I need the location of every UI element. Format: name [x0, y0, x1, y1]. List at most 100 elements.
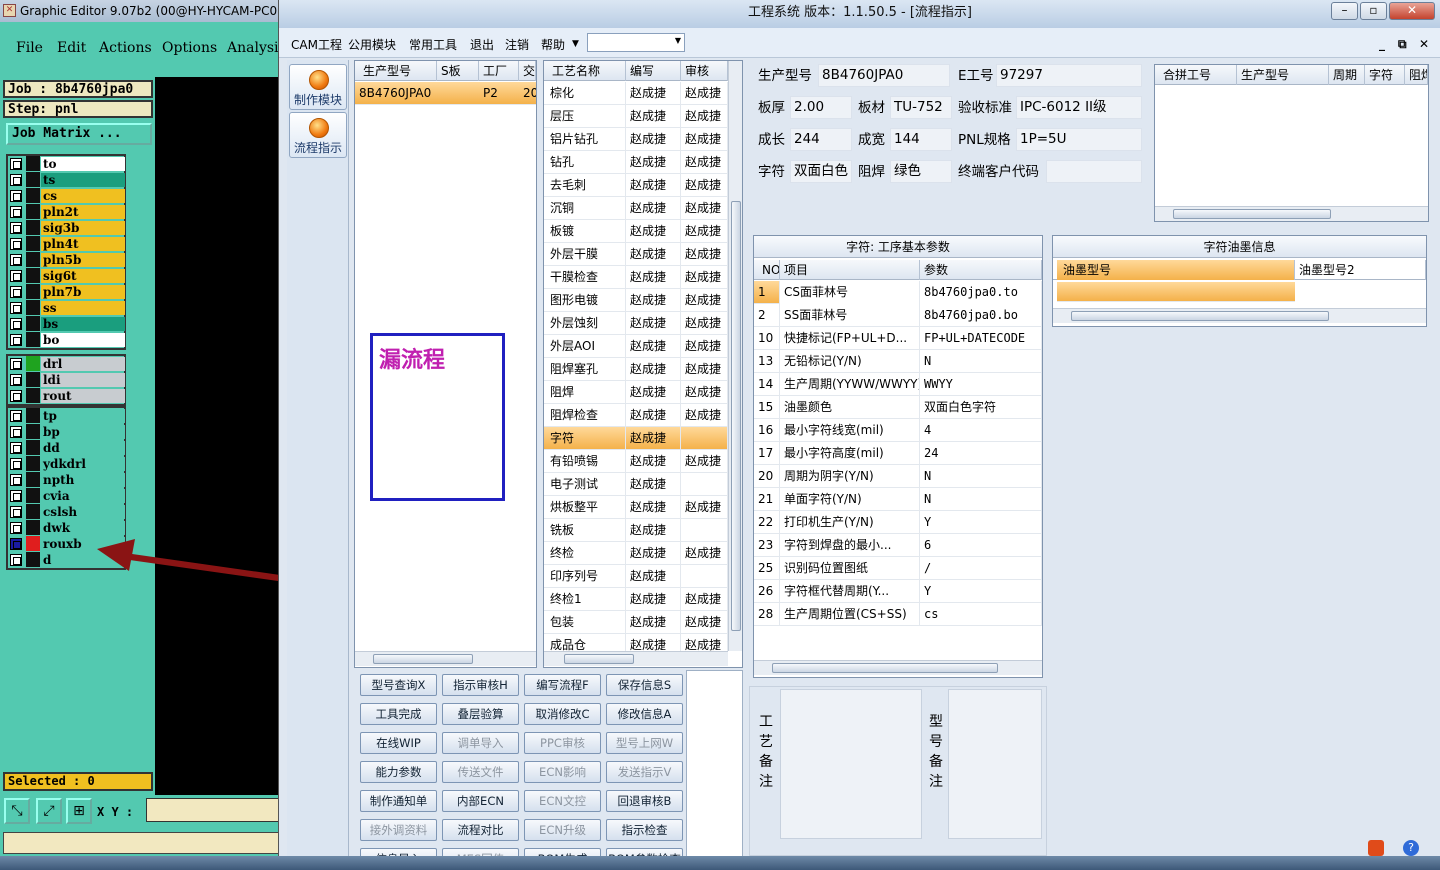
- table-row[interactable]: 铝片钻孔 赵成捷 赵成捷: [544, 128, 728, 151]
- action-button[interactable]: 编写流程F: [524, 674, 601, 696]
- layer-row[interactable]: pln7b: [8, 284, 125, 300]
- col-reviewer[interactable]: 审核: [681, 61, 728, 81]
- layer-checkbox[interactable]: [10, 374, 22, 386]
- table-row[interactable]: 22 打印机生产(Y/N) Y: [754, 511, 1042, 534]
- layer-affected-toggle[interactable]: [26, 372, 40, 387]
- minimize-icon[interactable]: –: [1331, 2, 1358, 20]
- layer-affected-toggle[interactable]: [26, 520, 40, 535]
- col-model[interactable]: 生产型号: [1237, 65, 1329, 85]
- table-row[interactable]: 钻孔 赵成捷 赵成捷: [544, 151, 728, 174]
- table-row[interactable]: 15 油墨颜色 双面白色字符: [754, 396, 1042, 419]
- layer-checkbox[interactable]: [10, 410, 22, 422]
- merge-grid-hscroll[interactable]: [1155, 206, 1428, 221]
- process-note-field[interactable]: [780, 689, 922, 839]
- col-period[interactable]: 周期: [1329, 65, 1365, 85]
- width-field[interactable]: 144: [890, 128, 952, 151]
- menu-exit[interactable]: 退出: [470, 36, 494, 53]
- job-matrix-button[interactable]: Job Matrix ...: [6, 123, 152, 145]
- layer-name[interactable]: drl: [41, 357, 125, 371]
- table-row[interactable]: 阻焊塞孔 赵成捷 赵成捷: [544, 358, 728, 381]
- table-row[interactable]: 23 字符到焊盘的最小... 6: [754, 534, 1042, 557]
- layer-checkbox[interactable]: [10, 426, 22, 438]
- col-process-name[interactable]: 工艺名称: [548, 61, 626, 81]
- table-row[interactable]: 电子测试 赵成捷: [544, 473, 728, 496]
- table-row[interactable]: 外层干膜 赵成捷 赵成捷: [544, 243, 728, 266]
- layer-name[interactable]: to: [41, 157, 125, 171]
- layer-name[interactable]: sig3b: [41, 221, 125, 235]
- xy-input[interactable]: [146, 798, 280, 822]
- layer-row[interactable]: cs: [8, 188, 125, 204]
- table-row[interactable]: 图形电镀 赵成捷 赵成捷: [544, 289, 728, 312]
- layer-name[interactable]: tp: [41, 409, 125, 423]
- layer-row[interactable]: cvia: [8, 488, 125, 504]
- layer-checkbox[interactable]: [10, 474, 22, 486]
- layer-checkbox[interactable]: [10, 538, 22, 550]
- thickness-field[interactable]: 2.00: [790, 96, 852, 119]
- layer-name[interactable]: ss: [41, 301, 125, 315]
- layer-checkbox[interactable]: [10, 302, 22, 314]
- layer-checkbox[interactable]: [10, 390, 22, 402]
- zoom-fit-icon[interactable]: ⤡: [4, 798, 30, 824]
- col-mask[interactable]: 阻焊: [1405, 65, 1428, 85]
- scroll-thumb[interactable]: [373, 654, 473, 664]
- layer-name[interactable]: bo: [41, 333, 125, 347]
- layer-row[interactable]: sig6t: [8, 268, 125, 284]
- scroll-thumb[interactable]: [1071, 311, 1329, 321]
- layer-affected-toggle[interactable]: [26, 536, 40, 551]
- layer-affected-toggle[interactable]: [26, 204, 40, 219]
- layer-affected-toggle[interactable]: [26, 268, 40, 283]
- action-button[interactable]: 调单导入: [442, 732, 519, 754]
- action-button[interactable]: 取消修改C: [524, 703, 601, 725]
- process-grid-vscroll[interactable]: [728, 61, 742, 651]
- layer-row[interactable]: ts: [8, 172, 125, 188]
- material-field[interactable]: TU-752: [890, 96, 952, 119]
- layer-name[interactable]: ldi: [41, 373, 125, 387]
- close-icon[interactable]: ✕: [1389, 2, 1435, 20]
- layer-affected-toggle[interactable]: [26, 300, 40, 315]
- menu-edit[interactable]: Edit: [57, 40, 86, 56]
- col-char[interactable]: 字符: [1365, 65, 1405, 85]
- layer-row[interactable]: ldi: [8, 372, 125, 388]
- table-row[interactable]: 14 生产周期(YYWW/WWYY) WWYY: [754, 373, 1042, 396]
- table-row[interactable]: 铣板 赵成捷: [544, 519, 728, 542]
- layer-affected-toggle[interactable]: [26, 456, 40, 471]
- action-button[interactable]: 型号查询X: [360, 674, 437, 696]
- col-writer[interactable]: 编写: [626, 61, 681, 81]
- action-button[interactable]: ECN升级: [524, 819, 601, 841]
- col-item[interactable]: 项目: [780, 260, 920, 280]
- col-merge-no[interactable]: 合拼工号: [1159, 65, 1237, 85]
- action-button[interactable]: 修改信息A: [606, 703, 683, 725]
- layer-checkbox[interactable]: [10, 174, 22, 186]
- model-grid-hscroll[interactable]: [355, 651, 536, 666]
- table-row[interactable]: 2 SS面菲林号 8b4760jpa0.bo: [754, 304, 1042, 327]
- action-button[interactable]: ECN文控: [524, 790, 601, 812]
- help-dropdown-icon[interactable]: ▼: [572, 39, 579, 49]
- scroll-thumb[interactable]: [731, 201, 741, 631]
- layer-checkbox[interactable]: [10, 490, 22, 502]
- layer-name[interactable]: pln2t: [41, 205, 125, 219]
- col-ink-model-2[interactable]: 油墨型号2: [1295, 260, 1426, 280]
- layer-affected-toggle[interactable]: [26, 284, 40, 299]
- layer-row[interactable]: dd: [8, 440, 125, 456]
- layer-checkbox[interactable]: [10, 318, 22, 330]
- layer-checkbox[interactable]: [10, 222, 22, 234]
- mdi-minimize-icon[interactable]: _: [1379, 37, 1385, 51]
- layer-row[interactable]: ss: [8, 300, 125, 316]
- layer-name[interactable]: dd: [41, 441, 125, 455]
- table-row[interactable]: [1057, 282, 1295, 302]
- table-row[interactable]: 26 字符框代替周期(Y... Y: [754, 580, 1042, 603]
- customer-field[interactable]: [1046, 160, 1142, 183]
- table-row[interactable]: 阻焊 赵成捷 赵成捷: [544, 381, 728, 404]
- layer-row[interactable]: ydkdrl: [8, 456, 125, 472]
- process-guide-button[interactable]: 流程指示: [289, 112, 347, 158]
- layer-checkbox[interactable]: [10, 334, 22, 346]
- layer-name[interactable]: ydkdrl: [41, 457, 125, 471]
- table-row[interactable]: 1 CS面菲林号 8b4760jpa0.to: [754, 281, 1042, 304]
- menu-analysis[interactable]: Analysis: [227, 40, 286, 56]
- action-button[interactable]: 保存信息S: [606, 674, 683, 696]
- table-row[interactable]: 干膜检查 赵成捷 赵成捷: [544, 266, 728, 289]
- layer-name[interactable]: dwk: [41, 521, 125, 535]
- table-row[interactable]: 层压 赵成捷 赵成捷: [544, 105, 728, 128]
- action-button[interactable]: 叠层验算: [442, 703, 519, 725]
- table-row[interactable]: 25 识别码位置图纸 /: [754, 557, 1042, 580]
